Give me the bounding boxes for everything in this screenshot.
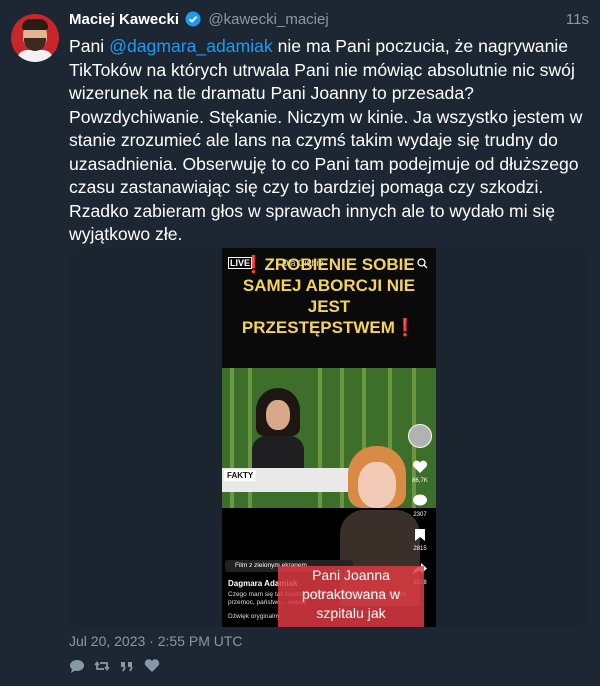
author-avatar[interactable]	[11, 14, 59, 62]
tweet-media[interactable]: LIVE Dla Ciebie ❗ZROBIENIE SOBIE SAMEJ A…	[69, 248, 589, 627]
reply-icon[interactable]	[69, 658, 87, 676]
like-count: 86,7K	[412, 478, 428, 484]
caption-overlay: Pani Joanna potraktowana w szpitalu jak …	[278, 566, 424, 627]
tiktok-music: Dźwięk oryginalny	[228, 613, 281, 620]
author-name[interactable]: Maciej Kawecki	[69, 11, 179, 28]
video-banner: LIVE Dla Ciebie ❗ZROBIENIE SOBIE SAMEJ A…	[222, 248, 436, 368]
comment-count: 2307	[413, 512, 427, 518]
tweet-time-ago[interactable]: 11s	[566, 11, 589, 28]
tweet-timestamp[interactable]: Jul 20, 2023 · 2:55 PM UTC	[69, 633, 243, 649]
tweet-card: Maciej Kawecki @kawecki_maciej 11s Pani …	[0, 0, 600, 686]
mention-link[interactable]: @dagmara_adamiak	[109, 36, 273, 56]
tiktok-screenshot: LIVE Dla Ciebie ❗ZROBIENIE SOBIE SAMEJ A…	[222, 248, 436, 627]
tweet-actions	[69, 658, 189, 676]
heart-icon	[408, 460, 432, 476]
verified-badge-icon	[185, 11, 201, 31]
tweet-text-body: nie ma Pani poczucia, że nagrywanie TikT…	[69, 36, 588, 244]
author-handle[interactable]: @kawecki_maciej	[208, 11, 328, 28]
tweet-text-prefix: Pani	[69, 36, 110, 56]
comment-icon	[408, 494, 432, 510]
tweet-header: Maciej Kawecki @kawecki_maciej 11s	[69, 11, 589, 31]
retweet-icon[interactable]	[94, 658, 112, 676]
tweet-text: Pani @dagmara_adamiak nie ma Pani poczuc…	[69, 35, 584, 247]
banner-text: ❗ZROBIENIE SOBIE SAMEJ ABORCJI NIE JEST …	[241, 255, 417, 337]
like-icon[interactable]	[144, 658, 162, 676]
bookmark-count: 2815	[413, 546, 427, 552]
fakty-logo: FAKTY	[224, 470, 257, 481]
bookmark-icon	[408, 528, 432, 544]
quote-icon[interactable]	[119, 658, 137, 676]
creator-avatar	[408, 424, 432, 448]
